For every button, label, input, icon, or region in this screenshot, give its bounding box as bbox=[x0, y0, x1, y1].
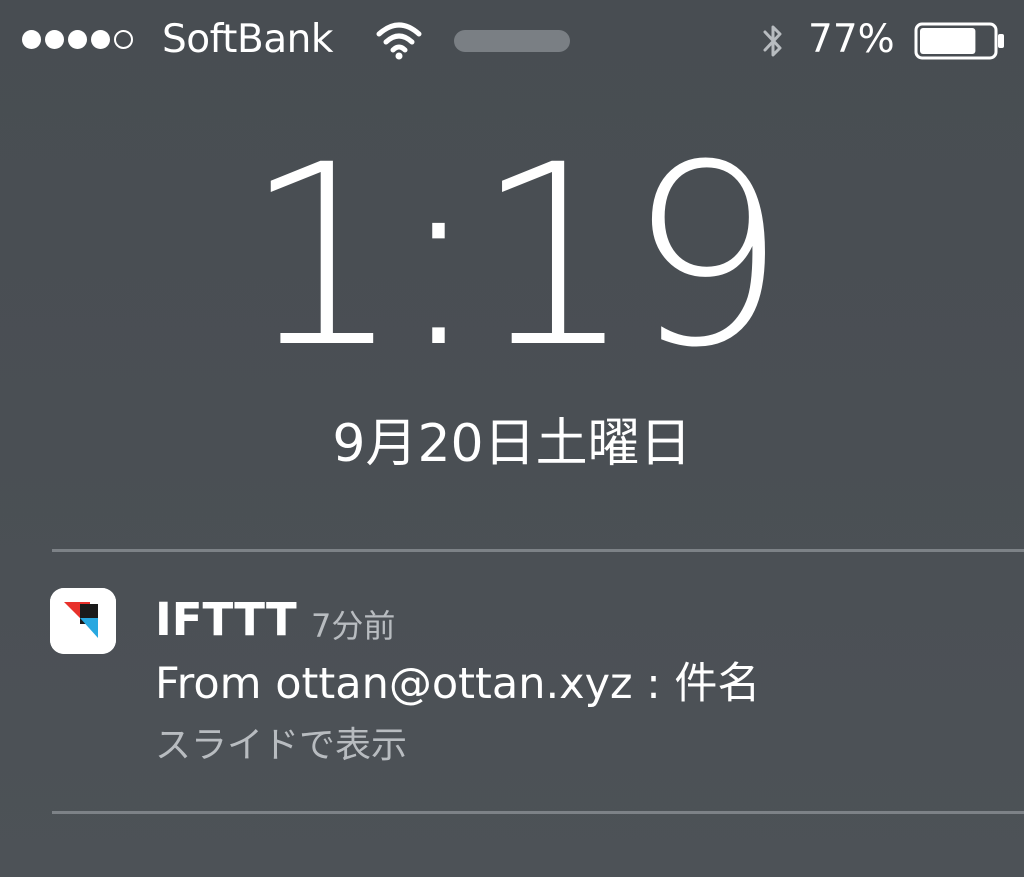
signal-dot bbox=[91, 30, 110, 49]
notification-divider bbox=[52, 811, 1024, 814]
lock-screen: SoftBank 77% 1:19 9月20日土曜日 IFTTT 7分前 Fro… bbox=[0, 0, 1024, 877]
signal-strength-icon bbox=[22, 30, 133, 49]
ifttt-app-icon[interactable] bbox=[50, 588, 116, 654]
wifi-icon bbox=[376, 22, 422, 60]
carrier-name: SoftBank bbox=[162, 17, 333, 62]
notification-app-name: IFTTT bbox=[155, 593, 297, 646]
slide-to-view-hint[interactable]: スライドで表示 bbox=[155, 722, 407, 770]
battery-icon bbox=[914, 22, 1004, 60]
notification-time: 7分前 bbox=[311, 607, 396, 645]
lock-screen-date: 9月20日土曜日 bbox=[332, 414, 692, 474]
notification-message[interactable]: From ottan@ottan.xyz : 件名 bbox=[155, 656, 760, 712]
notification-divider bbox=[52, 549, 1024, 552]
signal-dot bbox=[114, 30, 133, 49]
signal-dot bbox=[68, 30, 87, 49]
signal-dot bbox=[22, 30, 41, 49]
lock-screen-time: 1:19 bbox=[243, 111, 786, 402]
bluetooth-icon bbox=[763, 25, 782, 57]
signal-dot bbox=[45, 30, 64, 49]
status-bar: SoftBank 77% bbox=[0, 0, 1024, 82]
battery-percentage: 77% bbox=[808, 17, 895, 62]
activity-pill bbox=[454, 30, 570, 52]
